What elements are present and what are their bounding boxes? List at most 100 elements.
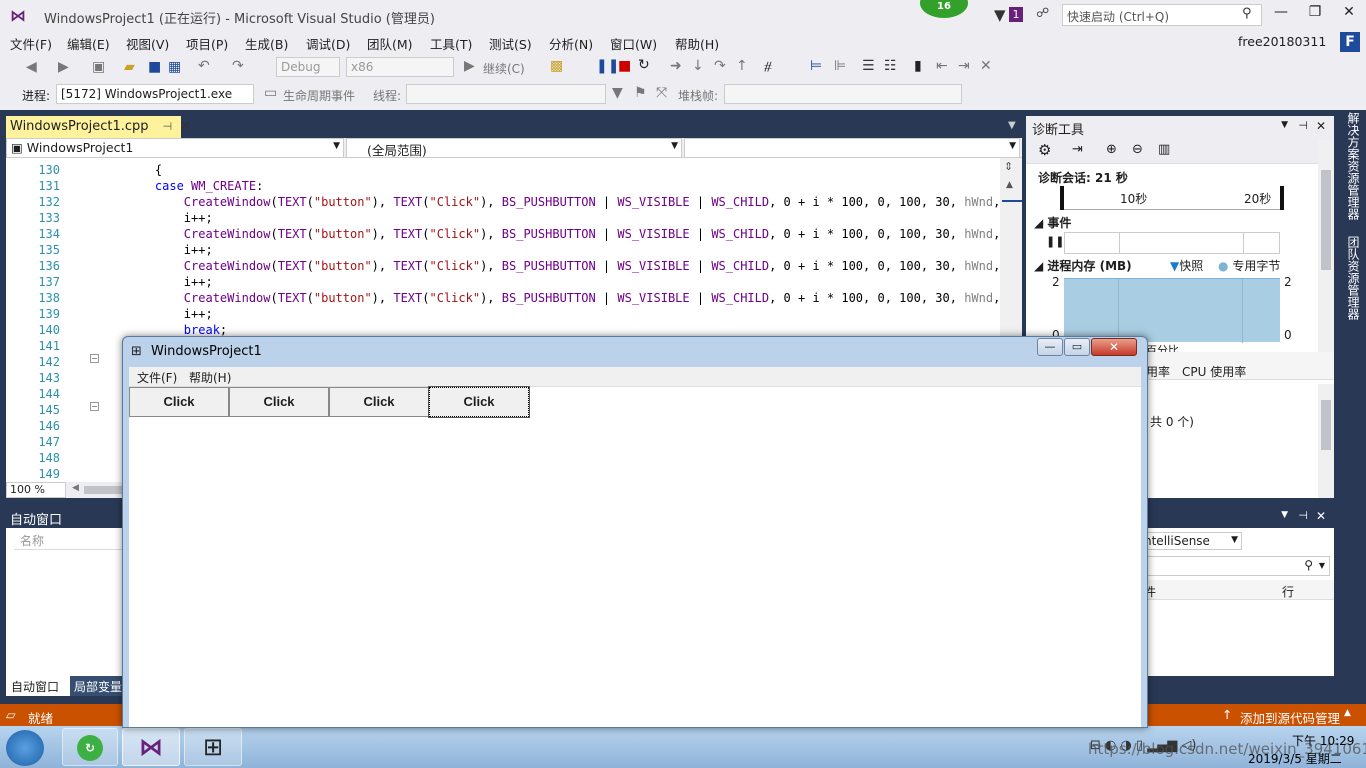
prev-bookmark-icon[interactable]: ⇤ [936,58,948,74]
code-line[interactable]: i++; [126,242,1002,258]
taskbar-app-browser[interactable]: ↻ [62,728,118,766]
tab-windowsproject1-cpp[interactable]: WindowsProject1.cpp ⊣ ✕ [6,116,191,138]
chevron-up-icon[interactable]: ▲ [1344,708,1351,718]
menu-build[interactable]: 生成(B) [245,34,288,53]
close-icon[interactable]: ✕ [1316,119,1326,133]
zoom-out-icon[interactable]: ⊖ [1132,142,1143,157]
taskbar-app-visual-studio[interactable]: ⋈ [122,728,180,766]
lifecycle-icon[interactable]: ▭ [264,85,277,101]
add-to-source-control-button[interactable]: 添加到源代码管理 [1240,708,1340,727]
clock-date[interactable]: 2019/3/5 星期二 [1248,750,1342,767]
debug-target-icon[interactable]: ▩ [550,58,563,74]
redo-icon[interactable]: ↷ [232,58,244,74]
clock-time[interactable]: 下午 10:29 [1292,732,1354,749]
horizontal-scroll-thumb[interactable] [84,486,126,494]
code-line[interactable]: i++; [126,306,1002,322]
close-tab-icon[interactable]: ✕ [180,119,191,134]
comment-icon[interactable]: ☰ [862,58,875,74]
events-track[interactable] [1064,232,1280,254]
menu-window[interactable]: 窗口(W) [610,34,657,53]
collapse-icon[interactable]: − [90,402,99,411]
avatar[interactable]: F [1340,32,1360,52]
next-bookmark-icon[interactable]: ⇥ [958,58,970,74]
show-next-statement-icon[interactable]: ➜ [670,58,682,74]
app-maximize-button[interactable]: ▭ [1064,338,1090,356]
tab-cpu-usage[interactable]: CPU 使用率 [1182,363,1246,380]
bookmark-icon[interactable]: ▮ [914,58,922,74]
global-scope-select[interactable]: (全局范围) ▼ [346,138,682,158]
memory-section-label[interactable]: ◢ 进程内存 (MB) [1034,257,1132,274]
column-line[interactable]: 行 [1282,583,1294,600]
app-menu-help[interactable]: 帮助(H) [189,369,231,386]
summary-scrollbar[interactable] [1318,384,1334,498]
zoom-select[interactable]: 100 % [6,482,66,498]
code-line[interactable]: i++; [126,274,1002,290]
select-tools-icon[interactable]: ⇥ [1072,142,1083,157]
diag-scrollbar[interactable] [1318,140,1334,352]
search-icon[interactable]: ⚲ [1242,6,1252,21]
member-select[interactable]: ▼ [684,138,1020,158]
pause-icon[interactable]: ❚❚ [1046,235,1064,248]
stop-icon[interactable]: ■ [618,58,631,74]
config-select[interactable]: Debug [276,57,340,77]
error-search-input[interactable]: ⚲ ▼ [1140,556,1330,576]
lifecycle-events-button[interactable]: 生命周期事件 [283,87,355,104]
filter-icon[interactable]: ▼ [612,85,623,101]
new-project-icon[interactable]: ▣ [92,59,105,75]
app-close-button[interactable]: ✕ [1091,338,1137,356]
reset-view-icon[interactable]: ▥ [1158,142,1170,157]
app-icon[interactable]: ⊞ [131,344,142,359]
show-flagged-icon[interactable]: ⤧ [656,85,667,101]
menu-view[interactable]: 视图(V) [126,34,169,53]
tab-overflow-icon[interactable]: ▼ [1008,120,1016,131]
tab-memory-usage[interactable]: 用率 [1146,363,1170,380]
clear-bookmarks-icon[interactable]: ✕ [980,58,992,74]
undo-icon[interactable]: ↶ [198,58,210,74]
save-icon[interactable]: ■ [148,59,161,75]
menu-tools[interactable]: 工具(T) [430,34,472,53]
pin-icon[interactable]: ⊣ [163,120,173,133]
taskbar-app-windowsproject1[interactable]: ⊞ [184,728,242,766]
flag-icon[interactable]: ⚑ [634,85,647,101]
column-name[interactable]: 名称 [14,530,122,550]
tab-autos[interactable]: 自动窗口 [6,676,70,696]
project-scope-select[interactable]: ▣ WindowsProject1 ▼ [6,138,344,158]
account-name[interactable]: free20180311 [1238,34,1326,49]
process-select[interactable]: [5172] WindowsProject1.exe [56,84,254,104]
save-all-icon[interactable]: ▦ [168,59,181,75]
pause-icon[interactable]: ❚❚ [596,58,619,74]
minimize-button[interactable]: — [1266,4,1296,24]
menu-team[interactable]: 团队(M) [367,34,413,53]
scroll-left-icon[interactable]: ◀ [72,483,79,493]
events-section-label[interactable]: ◢ 事件 [1034,214,1071,231]
code-line[interactable]: CreateWindow(TEXT("button"), TEXT("Click… [126,194,1002,210]
quick-launch-input[interactable]: 快速启动 (Ctrl+Q) [1062,4,1262,26]
tab-solution-explorer[interactable]: 解决方案资源管理器 [1342,112,1362,220]
restore-button[interactable]: ❐ [1300,4,1330,24]
menu-project[interactable]: 项目(P) [186,34,228,53]
hex-display-icon[interactable]: ⧣ [764,58,772,74]
panel-menu-icon[interactable]: ▼ [1281,510,1288,520]
continue-button[interactable]: 继续(C) [483,60,525,77]
pin-icon[interactable]: ⊣ [1298,119,1308,132]
click-button-1[interactable]: Click [129,387,229,417]
restart-icon[interactable]: ↻ [638,57,650,73]
collapse-icon[interactable]: − [90,354,99,363]
thread-icon[interactable]: ⊨ [810,58,822,74]
close-icon[interactable]: ✕ [1316,509,1326,523]
continue-icon[interactable]: ▶ [464,58,475,74]
search-icon[interactable]: ⚲ [1304,558,1313,572]
settings-gear-icon[interactable]: ⚙ [1038,141,1051,159]
app-menu-file[interactable]: 文件(F) [137,369,177,386]
close-button[interactable]: ✕ [1334,4,1364,24]
platform-select[interactable]: x86 [346,57,454,77]
pin-icon[interactable]: ⊣ [1298,509,1308,522]
back-icon[interactable]: ◀ [26,59,37,75]
click-button-3[interactable]: Click [329,387,429,417]
app-minimize-button[interactable]: — [1037,338,1063,356]
code-line[interactable]: i++; [126,210,1002,226]
feedback-icon[interactable]: ☍ [1036,6,1056,24]
open-file-icon[interactable]: ▰ [124,59,135,75]
code-line[interactable]: { [126,162,1002,178]
code-line[interactable]: CreateWindow(TEXT("button"), TEXT("Click… [126,226,1002,242]
